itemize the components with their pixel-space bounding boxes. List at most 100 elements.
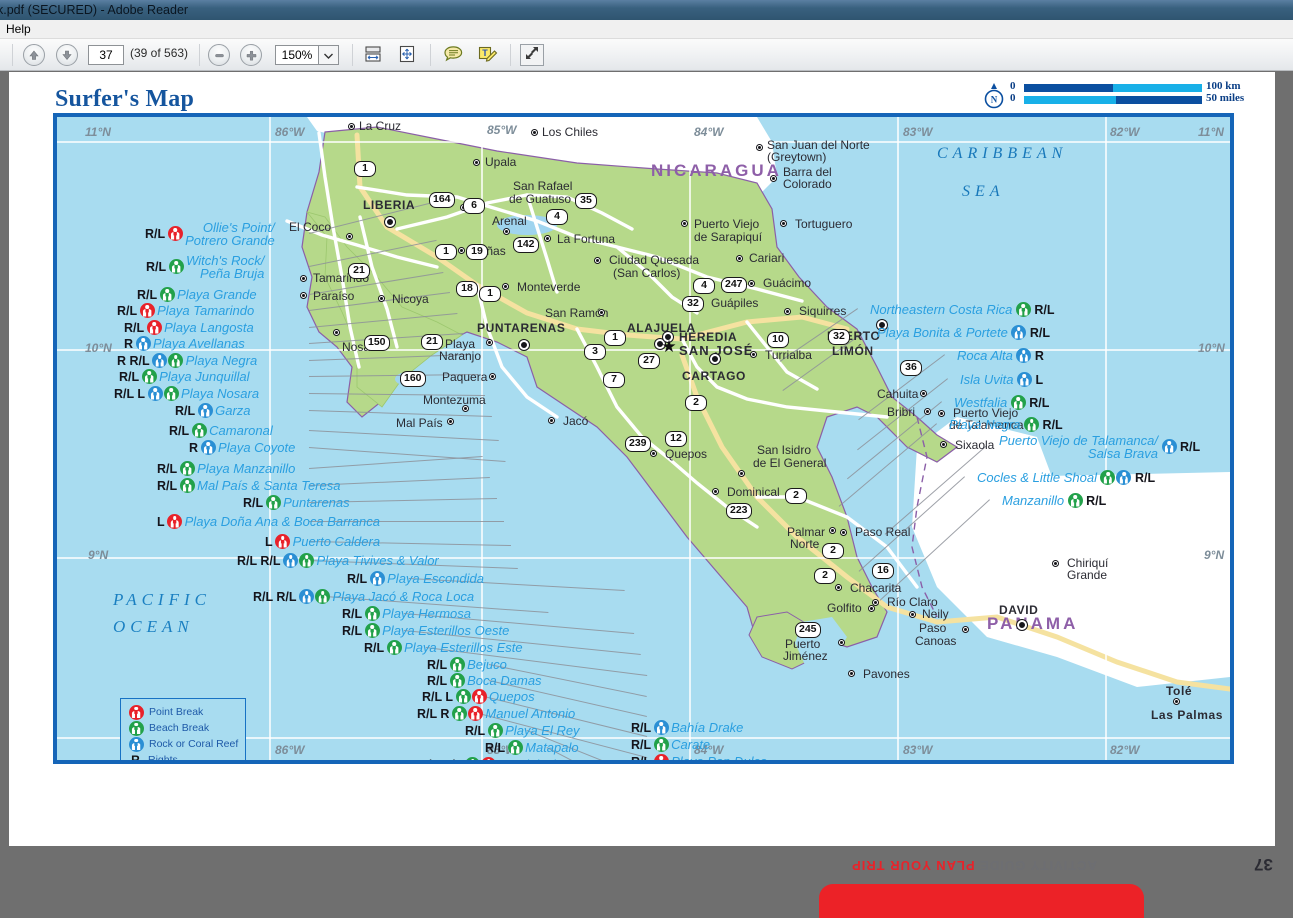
zoom-in-button[interactable] [240,44,262,66]
surf-spot[interactable]: Isla Uvita L [960,372,1045,387]
city-marker [713,489,718,494]
surf-spot[interactable]: L Puerto Caldera [265,534,380,549]
surf-spot-direction: R/L R/L [253,589,297,604]
surf-spot[interactable]: Playa Bonita & Portete R/L [877,325,1052,340]
surf-spot[interactable]: R/L Camaronal [169,423,273,438]
surf-spot[interactable]: R/L Playa Pan Dulce [631,754,767,760]
surf-spot[interactable]: R/L L Playa Nosara [114,386,259,401]
surf-spot[interactable]: R/L Matapalo [485,740,579,755]
surf-icon-green [364,606,380,621]
surf-spot[interactable]: Playa Negra R/L [949,417,1065,432]
zoom-out-button[interactable] [208,44,230,66]
city-marker [651,451,656,456]
city-label: Mal País [396,416,443,430]
surf-spot[interactable]: R Playa Coyote [189,440,295,455]
footer-gray-text: ACTIVITY GUIDE [979,858,1097,873]
surf-spot[interactable]: R/L Playa Junquillal [119,369,249,384]
surf-spot[interactable]: R/L Mal País & Santa Teresa [157,478,340,493]
surf-spot[interactable]: R/L Ollie's Point/Potrero Grande [145,221,275,247]
city-marker [739,471,744,476]
surf-spot[interactable]: R/L Playa Escondida [347,571,484,586]
surf-spot[interactable]: R/L Playa El Rey [465,723,580,738]
surf-icon-green [653,737,669,752]
graticule-label: 84°W [694,125,724,139]
surf-spot[interactable]: R/L Carate [631,737,710,752]
zoom-dropdown-button[interactable] [319,45,339,65]
surf-spot[interactable]: R/L Playa Manzanillo [157,461,295,476]
document-viewport[interactable]: Surfer's Map N 0 100 km 0 50 miles 11°N … [0,72,1293,918]
surf-spot-name: Puerto Viejo de Talamanca/Salsa Brava [999,432,1158,461]
fit-page-button[interactable] [396,45,418,66]
surf-spot[interactable]: Manzanillo R/L [1002,493,1108,508]
surf-spot[interactable]: R/L R/L Dominical [419,757,556,760]
surf-spot-direction: R/L [342,623,363,638]
surf-spot[interactable]: R/L R Manuel Antonio [417,706,575,721]
surf-spot[interactable]: Cocles & Little Shoal R/L [977,470,1157,485]
fit-width-button[interactable] [362,45,384,66]
surf-spot[interactable]: R/L Playa Esterillos Este [364,640,523,655]
city-label: San Isidro [757,443,812,457]
ocean-label: OCEAN [113,617,194,636]
app-root: k.pdf (SECURED) - Adobe Reader Help 37 (… [0,0,1293,918]
fullscreen-button[interactable] [520,44,544,66]
surf-spot[interactable]: R/L Puntarenas [243,495,350,510]
next-page-button[interactable] [56,44,78,66]
highway-shield: 223 [726,503,752,519]
surf-spot[interactable]: Northeastern Costa Rica R/L [870,302,1056,317]
highway-shield: 164 [429,192,455,208]
surf-spot-name: Playa Esterillos Este [404,640,523,655]
surf-spot[interactable]: R Playa Avellanas [124,336,245,351]
surf-spot[interactable]: R/L Bahía Drake [631,720,743,735]
surf-spot-direction: R R/L [117,353,150,368]
surf-spot[interactable]: R/L Bejuco [427,657,507,672]
surf-spot[interactable]: Westfalia R/L [954,395,1051,410]
surf-icon-red [167,226,183,241]
surf-spot-direction: R/L [465,723,486,738]
window-title: k.pdf (SECURED) - Adobe Reader [0,3,189,17]
surf-spot[interactable]: R/L L Quepos [422,689,535,704]
menu-item-help[interactable]: Help [6,20,31,39]
scale-km-label: 100 km [1206,80,1241,92]
zoom-level-input[interactable]: 150% [275,45,319,65]
surf-spot[interactable]: R/L Witch's Rock/Peña Bruja [146,254,264,280]
surf-spot[interactable]: Roca Alta R [957,348,1046,363]
surf-spot-direction: R/L [157,478,178,493]
surf-spot-name: Mal País & Santa Teresa [197,478,341,493]
sea-label: SEA [962,183,1005,200]
map-canvas[interactable]: 11°N 86°W 85°W 84°W 83°W 82°W 11°N 10°N 10°N 9°N 9… [57,117,1230,760]
surf-spot-direction: R/L [117,303,138,318]
surf-spot[interactable]: Puerto Viejo de Talamanca/Salsa Brava R/L [999,434,1202,460]
city-label: Grande [1067,568,1108,582]
surf-icon-green [315,589,331,604]
surf-spot[interactable]: L Playa Doña Ana & Boca Barranca [157,514,380,529]
comment-button[interactable] [442,45,464,66]
highway-shield: 2 [785,488,807,504]
surf-spot[interactable]: R/L R/L Playa Tivives & Valor [237,553,439,568]
highway-shield: 4 [693,278,715,294]
graticule-label: 83°W [903,125,933,139]
highway-shield: 12 [665,431,687,447]
surf-spot[interactable]: R/L Playa Grande [137,287,257,302]
surf-spot[interactable]: R/L Playa Langosta [124,320,254,335]
surf-spot[interactable]: R/L Playa Tamarindo [117,303,254,318]
surf-spot[interactable]: R/L R/L Playa Jacó & Roca Loca [253,589,474,604]
capital-star-icon: ★ [661,337,677,356]
city-marker [682,221,687,226]
city-label: Paso Real [855,525,911,539]
city-marker [459,248,464,253]
highway-shield: 2 [814,568,836,584]
surf-icon-green [1015,302,1031,317]
surf-icon-blue [1016,348,1032,363]
page-number-input[interactable]: 37 [88,45,124,65]
city-marker [549,418,554,423]
highway-shield: 10 [767,332,789,348]
surf-spot[interactable]: R/L Garza [175,403,251,418]
page-count-label: (39 of 563) [130,46,189,60]
previous-page-button[interactable] [23,44,45,66]
surf-spot[interactable]: R/L Playa Esterillos Oeste [342,623,509,638]
surf-spot[interactable]: R/L Boca Damas [427,673,542,688]
surf-spot[interactable]: R/L Playa Hermosa [342,606,471,621]
text-comment-button[interactable]: T [476,46,498,66]
surf-spot[interactable]: R R/L Playa Negra [117,353,257,368]
city-label: Paquera [442,370,488,384]
